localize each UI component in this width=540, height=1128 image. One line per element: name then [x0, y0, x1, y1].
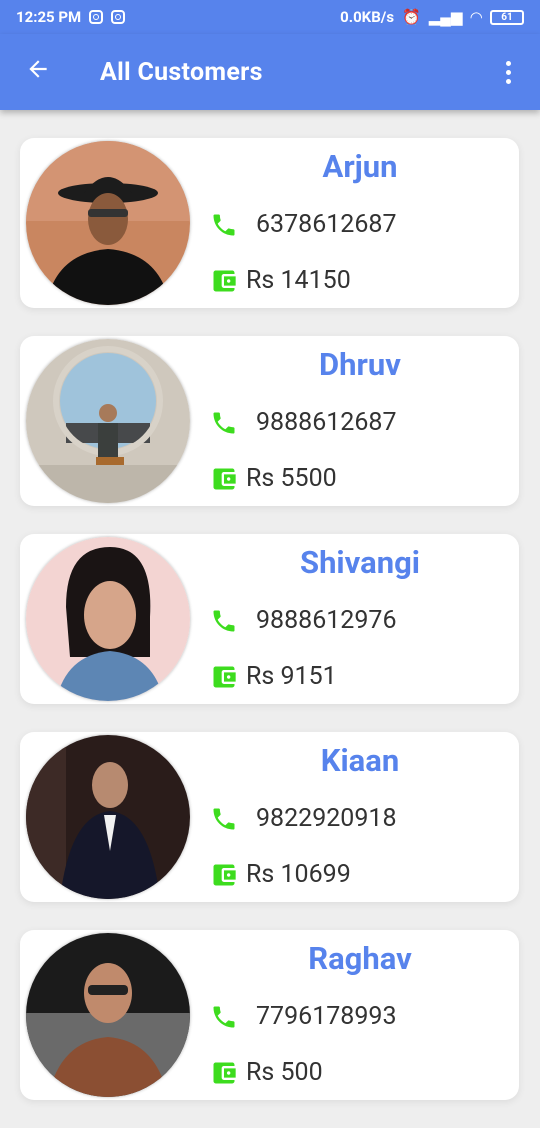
back-button[interactable] — [0, 56, 76, 88]
phone-row: 9888612976 — [210, 606, 397, 635]
avatar — [26, 339, 190, 503]
instagram-icon — [111, 10, 126, 24]
avatar — [26, 141, 190, 305]
arrow-left-icon — [29, 60, 47, 78]
customer-phone: 7796178993 — [256, 1002, 397, 1031]
battery-icon: 61 — [490, 9, 524, 25]
customer-phone: 9822920918 — [256, 804, 397, 833]
customer-name: Dhruv — [319, 346, 401, 383]
avatar — [26, 933, 190, 1097]
balance-row: Rs 9151 — [210, 662, 337, 691]
wallet-icon — [210, 1059, 238, 1087]
customer-name: Shivangi — [299, 544, 420, 581]
phone-row: 9822920918 — [210, 804, 397, 833]
customer-name: Kiaan — [320, 742, 400, 779]
customer-card[interactable]: Shivangi 9888612976 Rs 9151 — [20, 534, 519, 704]
overflow-menu-button[interactable] — [488, 60, 528, 84]
balance-row: Rs 10699 — [210, 860, 351, 889]
customer-balance: Rs 14150 — [246, 266, 351, 295]
wallet-icon — [210, 465, 238, 493]
balance-row: Rs 14150 — [210, 266, 351, 295]
wifi-icon: ◠ — [470, 8, 482, 26]
phone-icon — [210, 607, 238, 635]
avatar — [26, 537, 190, 701]
phone-icon — [210, 409, 238, 437]
phone-row: 9888612687 — [210, 408, 397, 437]
customer-name: Arjun — [322, 148, 398, 185]
customer-balance: Rs 9151 — [246, 662, 337, 691]
wallet-icon — [210, 861, 238, 889]
customer-balance: Rs 10699 — [246, 860, 351, 889]
balance-row: Rs 500 — [210, 1058, 323, 1087]
customer-card[interactable]: Arjun 6378612687 Rs 14150 — [20, 138, 519, 308]
status-time: 12:25 PM — [16, 8, 82, 26]
balance-row: Rs 5500 — [210, 464, 337, 493]
customer-name: Raghav — [308, 940, 412, 977]
avatar — [26, 735, 190, 899]
customer-list: Arjun 6378612687 Rs 14150 Dhruv 98886126… — [20, 138, 520, 1128]
more-vert-icon — [505, 60, 511, 66]
customer-phone: 9888612976 — [256, 606, 397, 635]
wallet-icon — [210, 663, 238, 691]
net-speed: 0.0KB/s — [340, 8, 395, 26]
phone-icon — [210, 211, 238, 239]
phone-row: 7796178993 — [210, 1002, 397, 1031]
customer-card[interactable]: Kiaan 9822920918 Rs 10699 — [20, 732, 519, 902]
customer-balance: Rs 5500 — [246, 464, 337, 493]
customer-phone: 9888612687 — [256, 408, 397, 437]
wallet-icon — [210, 267, 238, 295]
phone-icon — [210, 805, 238, 833]
instagram-icon — [89, 10, 104, 24]
signal-icon: ▂▄▆ — [428, 8, 463, 26]
customer-phone: 6378612687 — [256, 210, 397, 239]
status-bar: 12:25 PM 0.0KB/s ⏰ ▂▄▆ ◠ 61 — [0, 0, 540, 34]
customer-card[interactable]: Dhruv 9888612687 Rs 5500 — [20, 336, 519, 506]
alarm-icon: ⏰ — [402, 8, 421, 26]
page-title: All Customers — [100, 57, 263, 87]
phone-icon — [210, 1003, 238, 1031]
customer-balance: Rs 500 — [246, 1058, 323, 1087]
customer-card[interactable]: Raghav 7796178993 Rs 500 — [20, 930, 519, 1100]
phone-row: 6378612687 — [210, 210, 397, 239]
app-bar: All Customers — [0, 34, 540, 110]
